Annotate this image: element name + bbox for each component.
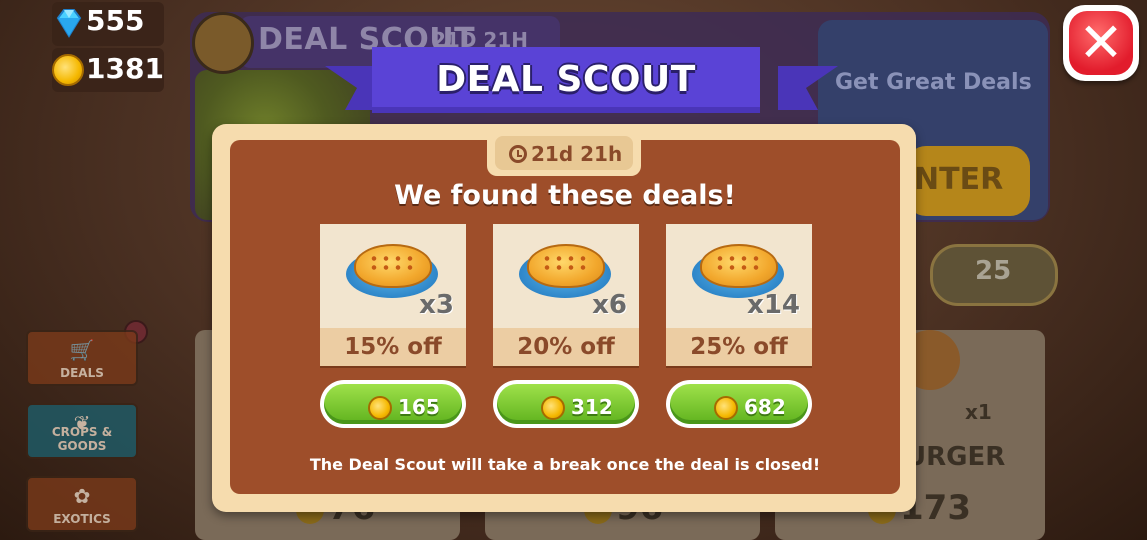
- coin-icon: [52, 54, 84, 86]
- background-burger-name: URGER: [905, 442, 1006, 472]
- clock-icon: [509, 145, 527, 163]
- coin-icon: [541, 396, 565, 420]
- buy-deal-button[interactable]: 312: [493, 380, 639, 428]
- deal-discount: 20% off: [493, 328, 639, 366]
- deal-discount: 15% off: [320, 328, 466, 366]
- deal-card: x14 25% off: [666, 224, 812, 366]
- modal-headline: We found these deals!: [394, 180, 736, 211]
- background-promo-text: Get Great Deals: [835, 70, 1032, 95]
- ribbon-tail-right: [778, 66, 838, 110]
- gem-count: 555: [86, 4, 145, 37]
- gem-icon: [56, 9, 82, 38]
- timer-text: 21d 21h: [531, 142, 623, 166]
- close-button[interactable]: ✕: [1063, 5, 1139, 81]
- sidebar-item-label: EXOTICS: [53, 512, 111, 526]
- modal-footer-note: The Deal Scout will take a break once th…: [309, 455, 821, 474]
- deal-quantity: x14: [747, 290, 800, 320]
- background-refresh-cost: 25: [975, 256, 1012, 286]
- background-burger-qty: x1: [965, 400, 992, 424]
- deal-price: 312: [571, 395, 613, 419]
- coin-icon: [368, 396, 392, 420]
- close-icon: ✕: [1069, 11, 1133, 75]
- deal-scout-logo-icon: [192, 12, 254, 74]
- deal-price: 165: [398, 395, 440, 419]
- coin-count: 1381: [86, 52, 164, 85]
- background-enter-label: NTER: [914, 162, 1004, 197]
- sidebar-item-label: DEALS: [60, 366, 104, 380]
- sidebar-item-deals[interactable]: 🛒 DEALS: [26, 330, 138, 386]
- buy-deal-button[interactable]: 682: [666, 380, 812, 428]
- deal-discount: 25% off: [666, 328, 812, 366]
- modal-title: DEAL SCOUT: [436, 59, 696, 100]
- sidebar-item-crops-goods[interactable]: ❦ CROPS & GOODS: [26, 403, 138, 459]
- buy-deal-button[interactable]: 165: [320, 380, 466, 428]
- sidebar-item-label: CROPS & GOODS: [51, 425, 113, 453]
- coin-icon: [714, 396, 738, 420]
- title-ribbon: DEAL SCOUT: [372, 47, 760, 113]
- deal-price: 682: [744, 395, 786, 419]
- deal-quantity: x3: [419, 290, 454, 320]
- deal-card: x6 20% off: [493, 224, 639, 366]
- cart-icon: 🛒: [69, 338, 95, 362]
- sidebar-item-exotics[interactable]: ✿ EXOTICS: [26, 476, 138, 532]
- deal-timer: 21d 21h: [487, 130, 641, 176]
- deal-card: x3 15% off: [320, 224, 466, 366]
- paw-icon: ✿: [73, 484, 91, 508]
- deal-quantity: x6: [592, 290, 627, 320]
